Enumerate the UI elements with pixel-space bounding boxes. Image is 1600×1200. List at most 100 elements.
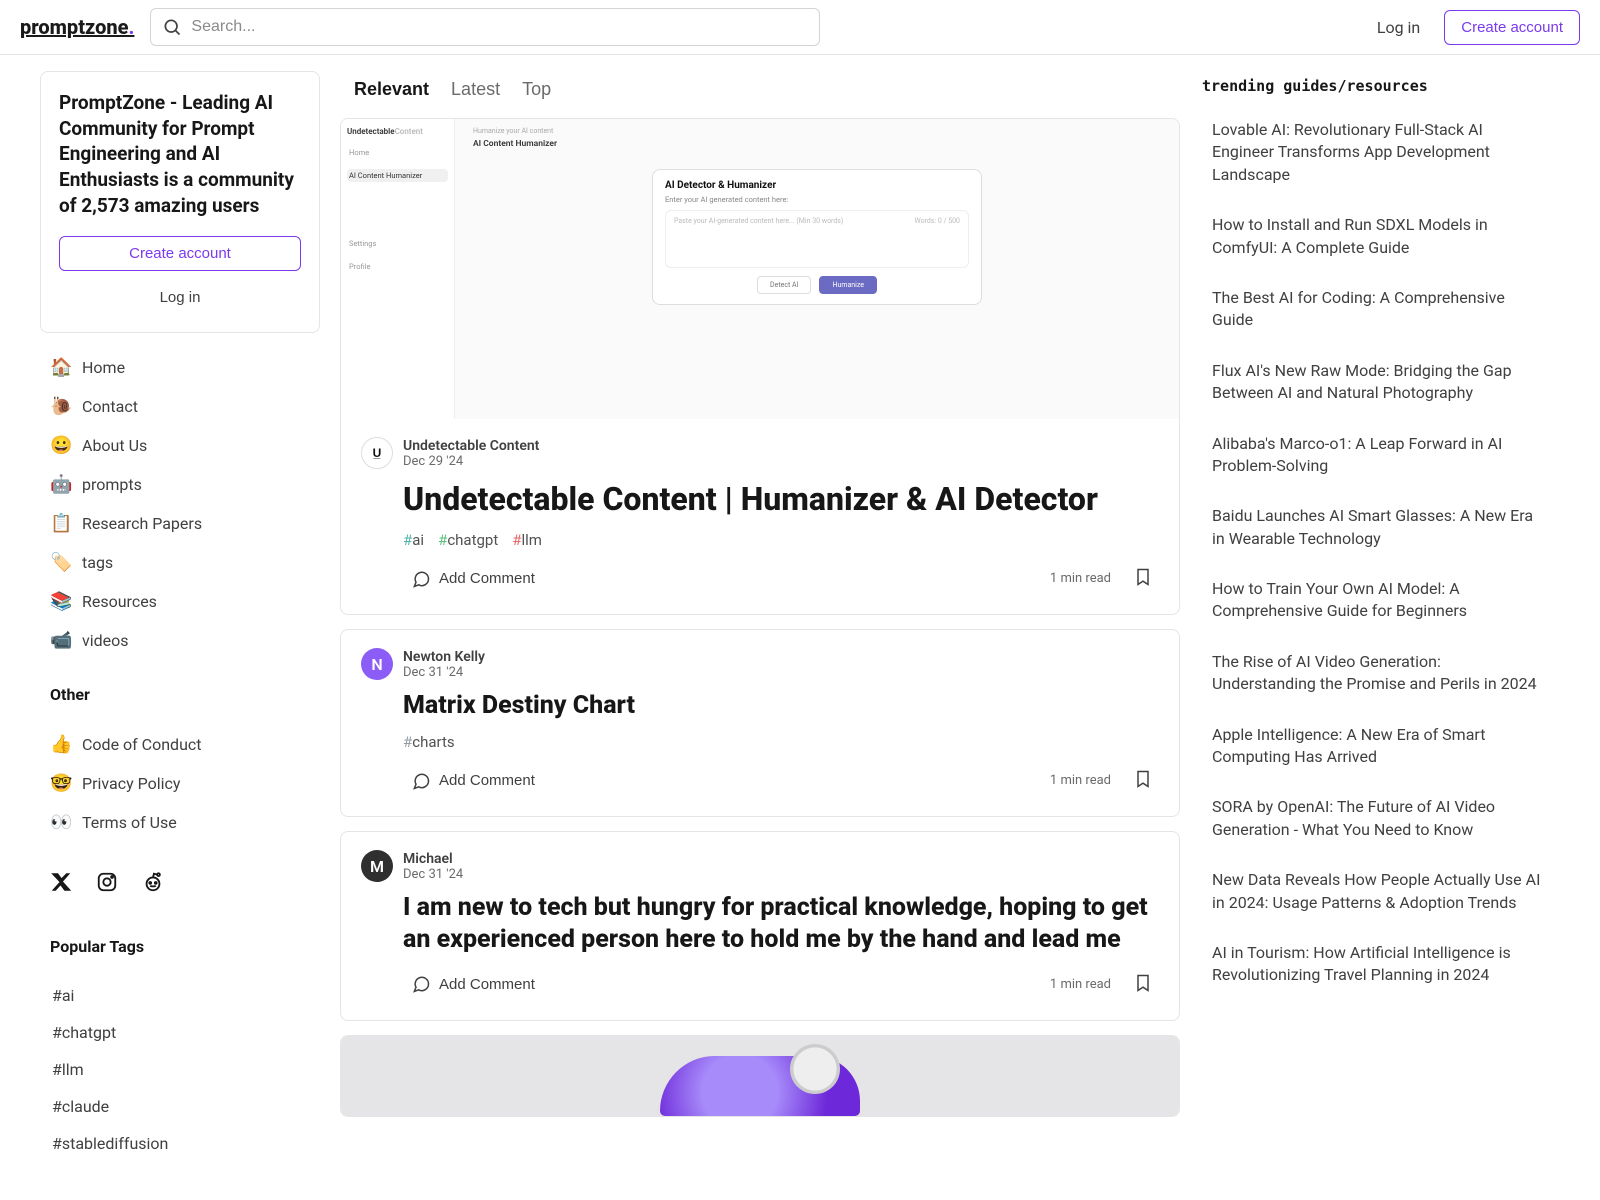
avatar[interactable]: M bbox=[361, 850, 393, 882]
bookmark-button[interactable] bbox=[1127, 967, 1159, 1002]
social-instagram[interactable] bbox=[96, 871, 118, 897]
post-title[interactable]: Undetectable Content | Humanizer & AI De… bbox=[403, 479, 1159, 519]
comment-label: Add Comment bbox=[439, 772, 535, 789]
post-author[interactable]: Undetectable Content bbox=[403, 438, 539, 454]
nav-contact[interactable]: 🐌 Contact bbox=[40, 388, 320, 425]
tag-link[interactable]: #ai bbox=[40, 978, 320, 1013]
cover-panel-sub: Enter your AI generated content here: bbox=[665, 195, 969, 204]
sidebar-create-account-button[interactable]: Create account bbox=[59, 236, 301, 271]
cover-main: Humanize your AI content AI Content Huma… bbox=[455, 119, 1179, 419]
social-reddit[interactable] bbox=[142, 871, 164, 897]
trending-item[interactable]: Baidu Launches AI Smart Glasses: A New E… bbox=[1200, 491, 1560, 564]
nav-prompts[interactable]: 🤖prompts bbox=[40, 466, 320, 503]
tab-top[interactable]: Top bbox=[520, 75, 553, 104]
post-title[interactable]: I am new to tech but hungry for practica… bbox=[403, 892, 1159, 955]
post-meta: U̲ Undetectable Content Dec 29 '24 bbox=[361, 437, 1159, 469]
site-logo[interactable]: promptzone. bbox=[20, 15, 134, 39]
tab-relevant[interactable]: Relevant bbox=[352, 75, 431, 104]
sidebar-login-button[interactable]: Log in bbox=[59, 281, 301, 314]
add-comment-button[interactable]: Add Comment bbox=[403, 765, 543, 797]
post-body: N Newton Kelly Dec 31 '24 Matrix Destiny… bbox=[341, 630, 1179, 816]
trending-item[interactable]: AI in Tourism: How Artificial Intelligen… bbox=[1200, 928, 1560, 1001]
cover-panel-buttons: Detect AI Humanize bbox=[665, 276, 969, 294]
add-comment-button[interactable]: Add Comment bbox=[403, 563, 543, 595]
read-time: 1 min read bbox=[1050, 773, 1111, 788]
bookmark-button[interactable] bbox=[1127, 561, 1159, 596]
contact-icon: 🐌 bbox=[50, 396, 72, 417]
tag-link[interactable]: #chatgpt bbox=[40, 1015, 320, 1050]
trending-item[interactable]: SORA by OpenAI: The Future of AI Video G… bbox=[1200, 782, 1560, 855]
left-sidebar: PromptZone - Leading AI Community for Pr… bbox=[40, 71, 320, 1161]
nav-terms[interactable]: 👀Terms of Use bbox=[40, 804, 320, 841]
nav-resources[interactable]: 📚 Resources bbox=[40, 583, 320, 620]
add-comment-button[interactable]: Add Comment bbox=[403, 968, 543, 1000]
tag-link[interactable]: #claude bbox=[40, 1089, 320, 1124]
post-tag-chatgpt[interactable]: #chatgpt bbox=[438, 531, 498, 549]
bookmark-button[interactable] bbox=[1127, 763, 1159, 798]
post-body: U̲ Undetectable Content Dec 29 '24 Undet… bbox=[341, 419, 1179, 614]
trending-item[interactable]: How to Install and Run SDXL Models in Co… bbox=[1200, 200, 1560, 273]
post-author[interactable]: Michael bbox=[403, 851, 463, 867]
comment-icon bbox=[411, 569, 431, 589]
tag-text: ai bbox=[412, 531, 424, 549]
post-tag-ai[interactable]: #ai bbox=[403, 531, 424, 549]
post-tag-llm[interactable]: #llm bbox=[512, 531, 542, 549]
trending-item[interactable]: Alibaba's Marco-o1: A Leap Forward in AI… bbox=[1200, 419, 1560, 492]
avatar[interactable]: U̲ bbox=[361, 437, 393, 469]
create-account-button[interactable]: Create account bbox=[1444, 10, 1580, 45]
comment-icon bbox=[411, 974, 431, 994]
search-input[interactable] bbox=[150, 8, 820, 46]
tag-link[interactable]: #stablediffusion bbox=[40, 1126, 320, 1161]
tag-link[interactable]: #llm bbox=[40, 1052, 320, 1087]
primary-nav: 🏠 Home 🐌 Contact 😀About Us 🤖prompts 📋Resea… bbox=[40, 349, 320, 659]
cover-nav-settings: Settings bbox=[347, 237, 448, 250]
conduct-icon: 👍 bbox=[50, 734, 72, 755]
popular-tags-heading: Popular Tags bbox=[40, 927, 320, 962]
nav-label: Privacy Policy bbox=[82, 774, 181, 793]
comment-icon bbox=[411, 771, 431, 791]
home-icon: 🏠 bbox=[50, 357, 72, 378]
login-link[interactable]: Log in bbox=[1367, 10, 1430, 45]
popular-tags-list: #ai #chatgpt #llm #claude #stablediffusi… bbox=[40, 978, 320, 1161]
post-title[interactable]: Matrix Destiny Chart bbox=[403, 690, 1159, 721]
avatar[interactable]: N bbox=[361, 648, 393, 680]
cover-panel: AI Detector & Humanizer Enter your AI ge… bbox=[652, 169, 982, 305]
resources-icon: 📚 bbox=[50, 591, 72, 612]
trending-item[interactable]: Lovable AI: Revolutionary Full-Stack AI … bbox=[1200, 105, 1560, 200]
read-time: 1 min read bbox=[1050, 571, 1111, 586]
trending-item[interactable]: How to Train Your Own AI Model: A Compre… bbox=[1200, 564, 1560, 637]
tab-latest[interactable]: Latest bbox=[449, 75, 502, 104]
research-icon: 📋 bbox=[50, 513, 72, 534]
post-author[interactable]: Newton Kelly bbox=[403, 649, 485, 665]
cover-panel-placeholder: Paste your AI-generated content here... … bbox=[674, 217, 843, 225]
nav-about[interactable]: 😀About Us bbox=[40, 427, 320, 464]
nav-tags[interactable]: 🏷️tags bbox=[40, 544, 320, 581]
post-cover-image[interactable]: UndetectableContent Home AI Content Huma… bbox=[341, 119, 1179, 419]
trending-item[interactable]: The Best AI for Coding: A Comprehensive … bbox=[1200, 273, 1560, 346]
post-tag-charts[interactable]: #charts bbox=[403, 733, 455, 751]
nav-label: prompts bbox=[82, 475, 142, 494]
nav-conduct[interactable]: 👍Code of Conduct bbox=[40, 726, 320, 763]
post-cover-image[interactable] bbox=[341, 1036, 1179, 1116]
cover-crumb: Humanize your AI content bbox=[473, 127, 1161, 135]
nav-privacy[interactable]: 🤓Privacy Policy bbox=[40, 765, 320, 802]
feed-tabs: Relevant Latest Top bbox=[340, 71, 1180, 118]
social-x[interactable] bbox=[50, 871, 72, 897]
nav-videos[interactable]: 📹videos bbox=[40, 622, 320, 659]
nav-research[interactable]: 📋Research Papers bbox=[40, 505, 320, 542]
post-footer: Add Comment 1 min read bbox=[403, 561, 1159, 596]
nav-label: Contact bbox=[82, 397, 138, 416]
nav-label: Resources bbox=[82, 592, 157, 611]
post-tags: #charts bbox=[403, 733, 1159, 751]
trending-item[interactable]: New Data Reveals How People Actually Use… bbox=[1200, 855, 1560, 928]
trending-heading: trending guides/resources bbox=[1200, 71, 1560, 105]
header-actions: Log in Create account bbox=[1367, 10, 1580, 45]
nav-label: Home bbox=[82, 358, 125, 377]
nav-home[interactable]: 🏠 Home bbox=[40, 349, 320, 386]
cover-nav-humanizer: AI Content Humanizer bbox=[347, 169, 448, 182]
trending-item[interactable]: Flux AI's New Raw Mode: Bridging the Gap… bbox=[1200, 346, 1560, 419]
post-footer: Add Comment 1 min read bbox=[403, 967, 1159, 1002]
trending-item[interactable]: Apple Intelligence: A New Era of Smart C… bbox=[1200, 710, 1560, 783]
post-footer: Add Comment 1 min read bbox=[403, 763, 1159, 798]
trending-item[interactable]: The Rise of AI Video Generation: Underst… bbox=[1200, 637, 1560, 710]
